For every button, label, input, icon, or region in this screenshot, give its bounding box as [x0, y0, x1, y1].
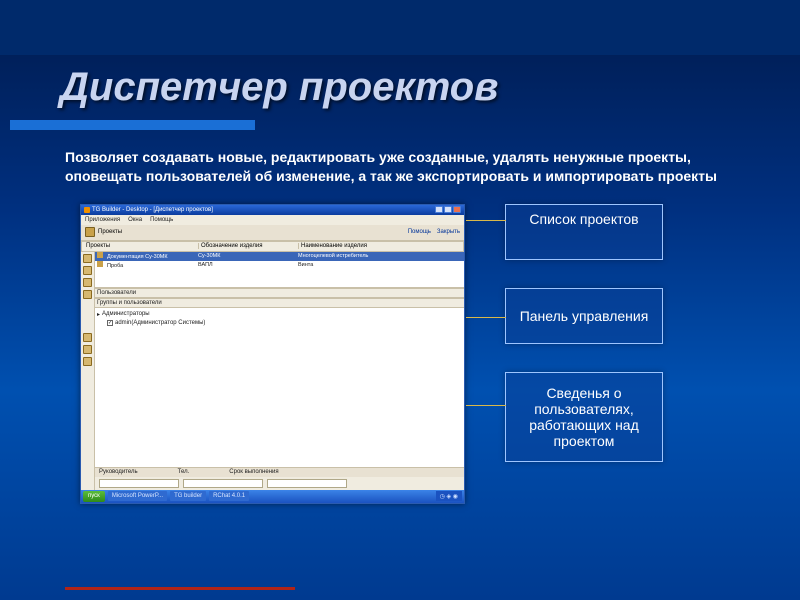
- callout-connector: [466, 317, 506, 318]
- window-title-left: TG Builder - Desktop - [Диспетчер проект…: [84, 207, 213, 213]
- panel-icon[interactable]: [83, 278, 92, 287]
- projects-list: Документация Су-30МК Су-30МК Многоцелево…: [95, 252, 464, 288]
- form-inputs: [95, 477, 464, 490]
- toolbar-right: Помощь Закрыть: [408, 229, 460, 235]
- start-button[interactable]: пуск: [83, 491, 105, 502]
- control-panel-sidebar: [81, 252, 95, 490]
- project-row[interactable]: Документация Су-30МК Су-30МК Многоцелево…: [95, 252, 464, 261]
- blank-area: [95, 343, 464, 467]
- toolbar-icon[interactable]: [85, 227, 95, 237]
- start-label: пуск: [88, 493, 100, 499]
- panel-icon[interactable]: [83, 254, 92, 263]
- toolbar-close-link[interactable]: Закрыть: [437, 229, 460, 235]
- project-row[interactable]: Проба ВАПЛ Винта: [95, 261, 464, 270]
- project-name: Документация Су-30МК: [105, 254, 168, 260]
- menu-apps[interactable]: Приложения: [85, 217, 120, 223]
- main-content: Документация Су-30МК Су-30МК Многоцелево…: [95, 252, 464, 490]
- project-icon: [97, 252, 103, 258]
- menu-bar: Приложения Окна Помощь: [81, 215, 464, 225]
- form-label-deadline: Срок выполнения: [229, 469, 278, 475]
- slide-top-bar: [0, 0, 800, 55]
- callout-control-panel: Панель управления: [505, 288, 663, 344]
- callout-projects-list: Список проектов: [505, 204, 663, 260]
- app-icon: [84, 207, 90, 213]
- slide-title-area: Диспетчер проектов: [0, 55, 800, 110]
- panel-icon[interactable]: [83, 333, 92, 342]
- panel-icon[interactable]: [83, 290, 92, 299]
- callout-connector: [466, 220, 506, 221]
- windows-taskbar: пуск Microsoft PowerP... TG builder RCha…: [81, 490, 464, 503]
- menu-help[interactable]: Помощь: [150, 217, 173, 223]
- panel-icon[interactable]: [83, 266, 92, 275]
- maximize-button[interactable]: [444, 206, 452, 213]
- form-label-leader: Руководитель: [99, 469, 138, 475]
- form-label-tel: Тел.: [178, 469, 190, 475]
- toolbar-label: Проекты: [98, 229, 122, 235]
- deadline-input[interactable]: [267, 479, 347, 488]
- minimize-button[interactable]: [435, 206, 443, 213]
- accent-strip: [10, 120, 255, 130]
- body-grid: Документация Су-30МК Су-30МК Многоцелево…: [81, 252, 464, 490]
- callouts-column: Список проектов Панель управления Сведен…: [505, 204, 663, 462]
- menu-windows[interactable]: Окна: [128, 217, 142, 223]
- project-product: Многоцелевой истребитель: [296, 253, 464, 259]
- window-title-text: TG Builder - Desktop - [Диспетчер проект…: [92, 207, 213, 213]
- col-projects[interactable]: Проекты: [84, 243, 199, 249]
- callout-users-info: Сведенья о пользователях, работающих над…: [505, 372, 663, 462]
- toolbar-help-link[interactable]: Помощь: [408, 229, 431, 235]
- users-section-header: Пользователи: [95, 288, 464, 298]
- users-groups-header: Группы и пользователи: [95, 298, 464, 308]
- project-code: ВАПЛ: [196, 262, 296, 268]
- window-titlebar: TG Builder - Desktop - [Диспетчер проект…: [81, 205, 464, 215]
- user-name: admin(Администратор Системы): [115, 320, 205, 326]
- form-header: Руководитель Тел. Срок выполнения: [95, 467, 464, 477]
- user-group-row[interactable]: ▸Администраторы: [97, 310, 464, 319]
- slide-title: Диспетчер проектов: [60, 65, 800, 110]
- project-product: Винта: [296, 262, 464, 268]
- callout-connector: [466, 405, 506, 406]
- users-list: ▸Администраторы admin(Администратор Сист…: [95, 308, 464, 343]
- user-checkbox[interactable]: [107, 320, 113, 326]
- taskbar-item[interactable]: TG builder: [170, 491, 206, 501]
- slide-description: Позволяет создавать новые, редактировать…: [65, 148, 735, 186]
- project-icon: [97, 261, 103, 267]
- window-buttons: [435, 206, 461, 213]
- toolbar: Проекты Помощь Закрыть: [81, 225, 464, 241]
- col-product[interactable]: Наименование изделия: [299, 243, 461, 249]
- user-row[interactable]: admin(Администратор Системы): [97, 319, 464, 328]
- panel-icon[interactable]: [83, 357, 92, 366]
- leader-input[interactable]: [99, 479, 179, 488]
- close-button[interactable]: [453, 206, 461, 213]
- projects-columns-header: Проекты Обозначение изделия Наименование…: [81, 241, 464, 252]
- taskbar-item[interactable]: Microsoft PowerP...: [108, 491, 167, 501]
- col-code[interactable]: Обозначение изделия: [199, 243, 299, 249]
- user-group-label: Администраторы: [102, 311, 150, 317]
- system-tray[interactable]: ◷ ◈ ◉: [436, 491, 462, 501]
- taskbar-item[interactable]: RChat 4.0.1: [209, 491, 249, 501]
- tel-input[interactable]: [183, 479, 263, 488]
- panel-icon[interactable]: [83, 345, 92, 354]
- project-name: Проба: [105, 263, 123, 269]
- footer-red-line: [65, 587, 295, 590]
- project-code: Су-30МК: [196, 253, 296, 259]
- toolbar-left: Проекты: [85, 227, 122, 237]
- app-screenshot: TG Builder - Desktop - [Диспетчер проект…: [80, 204, 465, 504]
